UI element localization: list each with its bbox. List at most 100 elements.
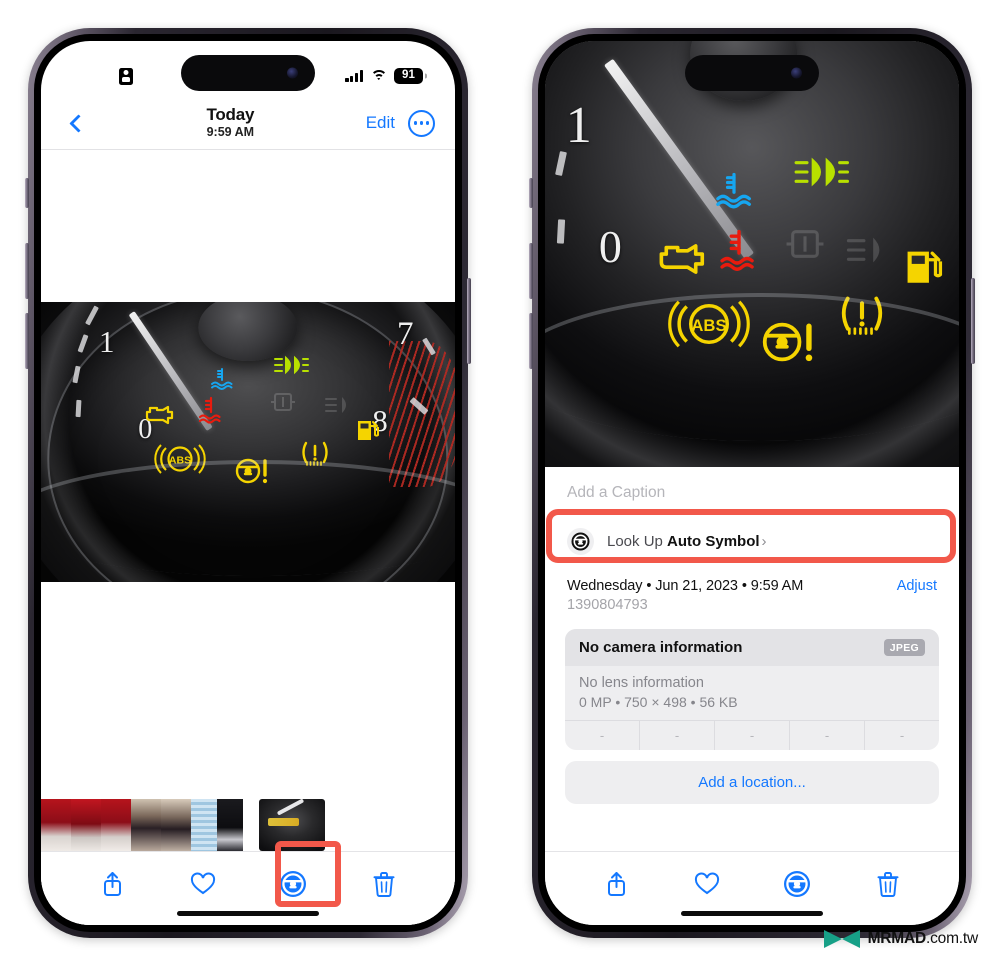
gauge-tick [75,399,82,417]
dynamic-island[interactable] [685,55,819,91]
gauge-tick [557,219,566,245]
right-phone-bezel: 1 0 ABS Add a Caption Look Up Auto Symbo… [538,34,966,932]
battery-indicator: 91 [394,68,423,84]
filmstrip-thumbnail[interactable] [41,799,71,851]
gauge-number-1: 1 [98,324,115,360]
check-engine-icon [653,241,709,277]
page-subtitle: 9:59 AM [206,125,255,140]
caption-input[interactable]: Add a Caption [545,467,959,517]
watermark-text: MRMAD.com.tw [868,930,979,948]
status-bar-right: 91 [345,68,429,84]
delete-button[interactable] [864,864,912,904]
image-specs: 0 MP • 750 × 498 • 56 KB [579,694,738,710]
right-iphone-device: 1 0 ABS Add a Caption Look Up Auto Symbo… [529,28,975,938]
steering-wheel-lookup-button[interactable] [773,864,821,904]
filmstrip-thumbnail-selected[interactable] [259,799,325,851]
camera-info-body: No lens information 0 MP • 750 × 498 • 5… [565,666,939,720]
wifi-icon [370,69,387,83]
exif-value: - [790,721,865,750]
dashboard-image: 1 0 7 8 ABS [41,302,455,582]
steering-wheel-lookup-icon [280,871,307,897]
trash-icon [373,872,395,897]
back-button[interactable] [61,106,95,140]
coolant-temp-low-icon [209,366,235,391]
photo-view[interactable]: 1 0 7 8 ABS [41,302,455,582]
steering-wheel-lookup-icon [784,871,811,897]
camera-info-title: No camera information [579,639,743,656]
volume-down-button[interactable] [529,313,533,369]
coolant-temp-high-icon [719,228,759,272]
silent-switch[interactable] [25,178,29,208]
tachometer-redline [388,341,455,487]
gauge-glare [545,297,959,442]
low-fuel-icon [354,417,382,445]
filmstrip-thumbnail[interactable] [217,799,243,851]
nav-actions: Edit [366,109,435,137]
add-location-button[interactable]: Add a location... [565,761,939,804]
door-ajar-icon [783,224,827,264]
steering-wheel-icon [567,528,594,555]
format-badge: JPEG [883,639,925,656]
home-indicator[interactable] [177,911,319,916]
watermark-suffix: .com.tw [926,930,978,947]
photo-metadata: Wednesday • Jun 21, 2023 • 9:59 AM Adjus… [545,566,959,619]
site-watermark: MRMAD.com.tw [822,925,978,953]
volume-down-button[interactable] [25,313,29,369]
filmstrip-thumbnail[interactable] [161,799,191,851]
share-icon [103,872,121,896]
filmstrip-thumbnail[interactable] [71,799,101,851]
gauge-number-7: 7 [397,316,414,352]
exif-value: - [565,721,640,750]
photo-filmstrip[interactable] [41,799,455,851]
share-button[interactable] [592,864,640,904]
gauge-number-0: 0 [598,220,622,272]
low-fuel-icon [901,245,947,291]
volume-up-button[interactable] [529,243,533,299]
ellipsis-circle-icon[interactable] [408,109,435,137]
fog-light-icon [843,233,891,267]
navigation-bar: Today 9:59 AM Edit [41,97,455,149]
volume-up-button[interactable] [25,243,29,299]
coolant-temp-high-icon [198,396,224,424]
look-up-auto-symbol-row[interactable]: Look Up Auto Symbol › [545,517,959,566]
photo-view-fullscreen[interactable]: 1 0 ABS [545,41,959,467]
filmstrip-thumbnail[interactable] [101,799,131,851]
delete-button[interactable] [360,864,408,904]
photo-top-spacer [41,150,455,302]
mrmad-logo-icon [823,930,860,948]
photo-date: Wednesday • Jun 21, 2023 • 9:59 AM [567,578,804,594]
silent-switch[interactable] [529,178,533,208]
left-iphone-device: 91 Today 9:59 AM Edit 1 0 7 8 ABS [25,28,471,938]
svg-text:ABS: ABS [169,455,191,467]
favorite-button[interactable] [179,864,227,904]
metadata-date-row: Wednesday • Jun 21, 2023 • 9:59 AM Adjus… [567,578,937,594]
fog-light-icon [323,394,353,416]
favorite-button[interactable] [683,864,731,904]
exif-value: - [715,721,790,750]
adjust-button[interactable]: Adjust [897,578,937,594]
dynamic-island[interactable] [181,55,315,91]
lens-info: No lens information [579,675,704,691]
filmstrip-thumbnail[interactable] [131,799,161,851]
coolant-temp-low-icon [713,169,755,209]
filmstrip-thumbnail[interactable] [191,799,217,851]
edit-button[interactable]: Edit [366,113,395,133]
check-engine-icon [142,404,176,426]
look-up-label: Look Up Auto Symbol › [607,533,767,550]
steering-wheel-lookup-button[interactable] [269,864,317,904]
share-icon [607,872,625,896]
heart-icon [694,872,719,895]
share-button[interactable] [88,864,136,904]
thumb-needle [276,799,305,816]
left-phone-bezel: 91 Today 9:59 AM Edit 1 0 7 8 ABS [34,34,462,932]
thumb-lamp-row [268,817,299,827]
look-up-subject: Auto Symbol [667,533,760,550]
status-bar-left [67,67,133,85]
power-button[interactable] [467,278,471,364]
exif-value: - [640,721,715,750]
power-button[interactable] [971,278,975,364]
home-indicator[interactable] [681,911,823,916]
nav-title-group: Today 9:59 AM [95,105,366,141]
look-up-prefix: Look Up [607,533,668,550]
exif-value: - [899,728,905,743]
